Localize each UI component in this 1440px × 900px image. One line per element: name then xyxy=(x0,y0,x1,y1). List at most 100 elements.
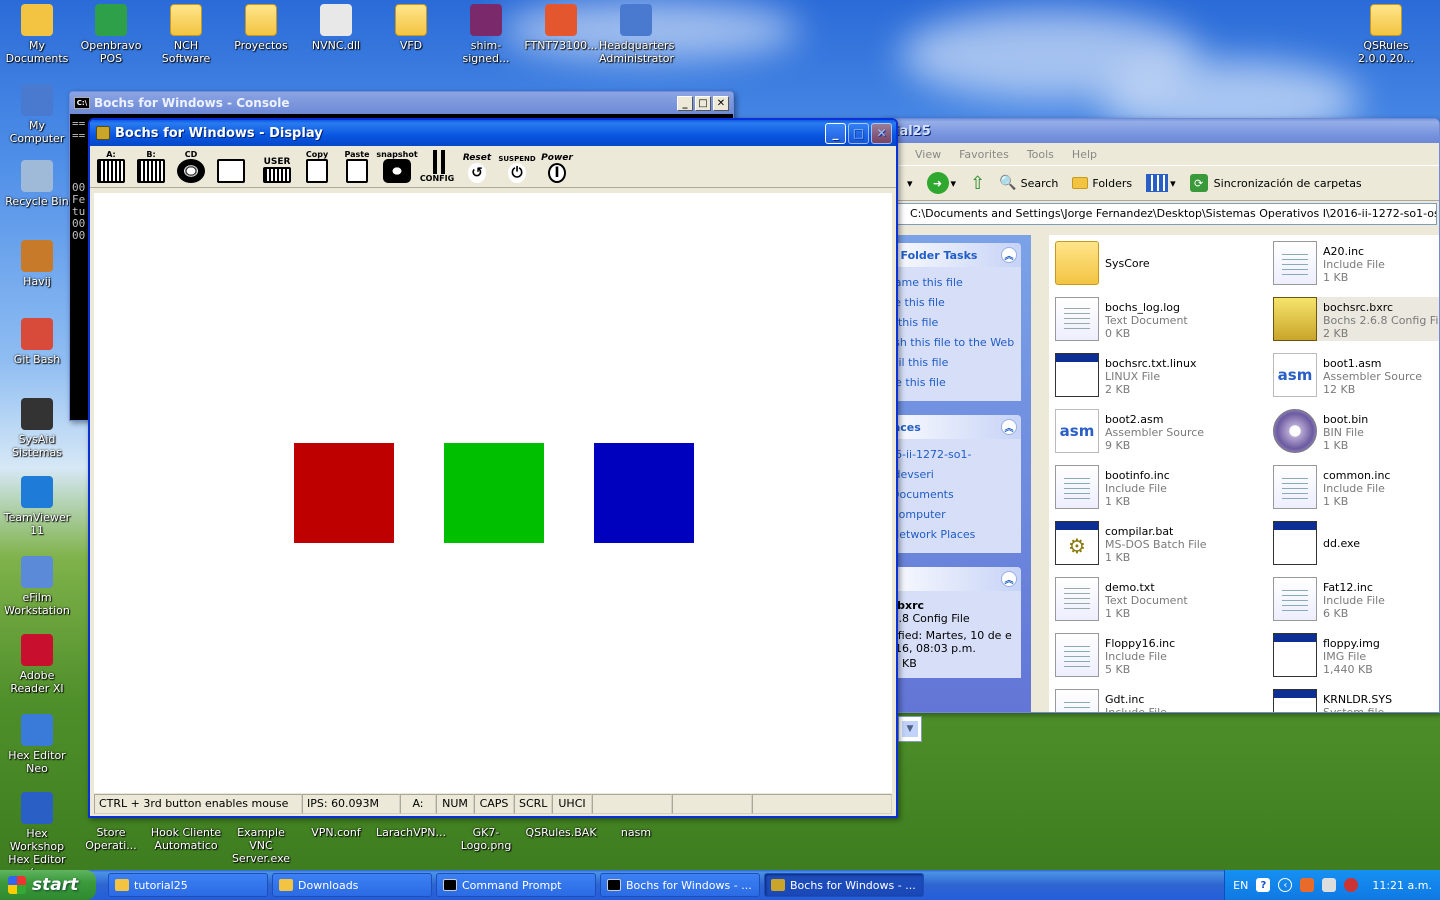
desktop-icon[interactable]: My Computer xyxy=(0,84,74,145)
tray-icon[interactable] xyxy=(1322,878,1337,892)
suspend-button[interactable]: SUSPEND ⏻ xyxy=(498,155,536,183)
task-publish[interactable]: blish this file to the Web xyxy=(881,333,1015,353)
task-copy[interactable]: py this file xyxy=(881,313,1015,333)
minimize-button[interactable]: _ xyxy=(677,95,693,111)
collapse-icon[interactable]: ︽ xyxy=(1001,571,1017,587)
desktop-icon[interactable]: SysAid Sistemas xyxy=(0,398,74,459)
desktop-icon[interactable]: Store Operati... xyxy=(74,826,148,852)
config-button[interactable]: CONFIG xyxy=(420,150,454,183)
file-item[interactable]: ⚙ compilar.bat MS-DOS Batch File 1 KB xyxy=(1055,521,1265,565)
minimize-button[interactable]: _ xyxy=(825,122,846,144)
cdrom-button[interactable]: CD xyxy=(174,150,208,183)
task-bochs-display[interactable]: Bochs for Windows - ... xyxy=(764,873,924,897)
menu-help[interactable]: Help xyxy=(1072,148,1097,161)
place-network[interactable]: y Network Places xyxy=(881,525,1015,545)
views-button[interactable]: ▾ xyxy=(1146,174,1176,192)
maximize-button[interactable]: □ xyxy=(848,122,869,144)
help-icon[interactable]: ? xyxy=(1256,878,1271,892)
desktop-icon[interactable]: My Documents xyxy=(0,4,74,65)
language-indicator[interactable]: EN xyxy=(1233,879,1248,892)
collapse-icon[interactable]: ︽ xyxy=(1001,247,1017,263)
desktop-icon[interactable]: Hex Editor Neo xyxy=(0,714,74,775)
tray-icon[interactable] xyxy=(1344,878,1359,892)
task-tutorial25[interactable]: tutorial25 xyxy=(108,873,268,897)
desktop-icon[interactable]: LarachVPN... xyxy=(374,826,448,839)
floppy-b-button[interactable]: B: xyxy=(134,150,168,183)
desktop-icon[interactable]: Hook Cliente Automatico xyxy=(149,826,223,852)
maximize-button[interactable]: □ xyxy=(695,95,711,111)
desktop-icon[interactable]: shim-signed... xyxy=(449,4,523,65)
place-my-computer[interactable]: y Computer xyxy=(881,505,1015,525)
desktop-icon[interactable]: Havij xyxy=(0,240,74,288)
expand-tray-icon[interactable]: ‹ xyxy=(1278,878,1293,892)
search-button[interactable]: 🔍 Search xyxy=(999,175,1058,191)
desktop-icon[interactable]: Proyectos xyxy=(224,4,298,52)
address-bar[interactable]: C:\Documents and Settings\Jorge Fernande… xyxy=(883,203,1437,225)
file-item[interactable]: boot.bin BIN File 1 KB xyxy=(1273,409,1439,453)
menu-tools[interactable]: Tools xyxy=(1027,148,1054,161)
task-rename[interactable]: ename this file xyxy=(881,273,1015,293)
file-item[interactable]: demo.txt Text Document 1 KB xyxy=(1055,577,1265,621)
desktop-icon[interactable]: NCH Software xyxy=(149,4,223,65)
bochs-titlebar[interactable]: Bochs for Windows - Display _ □ ✕ xyxy=(90,120,896,146)
file-item[interactable]: bochsrc.bxrc Bochs 2.6.8 Config File 2 KB xyxy=(1273,297,1439,341)
tray-icon[interactable] xyxy=(1300,878,1315,892)
file-item[interactable]: floppy.img IMG File 1,440 KB xyxy=(1273,633,1439,677)
desktop-icon[interactable]: NVNC.dll xyxy=(299,4,373,52)
file-item[interactable]: asm boot2.asm Assembler Source 9 KB xyxy=(1055,409,1265,453)
reset-button[interactable]: Reset ↺ xyxy=(460,153,494,183)
file-item[interactable]: Gdt.inc Include File xyxy=(1055,689,1265,712)
file-item[interactable]: common.inc Include File 1 KB xyxy=(1273,465,1439,509)
file-item[interactable]: KRNLDR.SYS System file xyxy=(1273,689,1439,712)
clock[interactable]: 11:21 a.m. xyxy=(1372,879,1432,892)
place-folder[interactable]: 016-ii-1272-so1-osdevseri xyxy=(881,445,1015,485)
desktop-icon[interactable]: VPN.conf xyxy=(299,826,373,839)
mouse-button[interactable] xyxy=(214,159,248,183)
paste-button[interactable]: Paste xyxy=(340,150,374,183)
task-move[interactable]: ove this file xyxy=(881,293,1015,313)
task-command-prompt[interactable]: Command Prompt xyxy=(436,873,596,897)
forward-button[interactable]: ➜ ▾ xyxy=(926,172,956,194)
floppy-a-button[interactable]: A: xyxy=(94,150,128,183)
start-button[interactable]: start xyxy=(0,870,96,900)
menu-favorites[interactable]: Favorites xyxy=(959,148,1009,161)
close-button[interactable]: ✕ xyxy=(713,95,729,111)
desktop-icon[interactable]: GK7-Logo.png xyxy=(449,826,523,852)
desktop-icon[interactable]: nasm xyxy=(599,826,673,839)
desktop-icon[interactable]: Recycle Bin xyxy=(0,160,74,208)
desktop-icon[interactable]: Headquarters Administrator xyxy=(599,4,674,65)
desktop-icon[interactable]: Example VNC Server.exe xyxy=(224,826,298,865)
desktop-icon[interactable]: VFD xyxy=(374,4,448,52)
file-item[interactable]: bochs_log.log Text Document 0 KB xyxy=(1055,297,1265,341)
task-delete[interactable]: lete this file xyxy=(881,373,1015,393)
desktop-icon[interactable]: Hex Workshop Hex Editor (... xyxy=(0,792,74,879)
sync-button[interactable]: ⟳ Sincronización de carpetas xyxy=(1189,174,1362,192)
file-item[interactable]: bootinfo.inc Include File 1 KB xyxy=(1055,465,1265,509)
desktop-icon[interactable]: QSRules.BAK xyxy=(524,826,598,839)
file-item[interactable]: Floppy16.inc Include File 5 KB xyxy=(1055,633,1265,677)
file-item[interactable]: SysCore xyxy=(1055,241,1265,285)
task-downloads[interactable]: Downloads xyxy=(272,873,432,897)
copy-button[interactable]: Copy xyxy=(300,150,334,183)
menu-view[interactable]: View xyxy=(915,148,941,161)
power-button[interactable]: Power I xyxy=(540,153,574,183)
close-button[interactable]: ✕ xyxy=(871,122,892,144)
desktop-icon[interactable]: Openbravo POS xyxy=(74,4,148,65)
desktop-icon[interactable]: QSRules 2.0.0.20... xyxy=(1349,4,1423,65)
desktop-icon[interactable]: eFilm Workstation xyxy=(0,556,74,617)
snapshot-button[interactable]: snapshot xyxy=(376,150,418,183)
task-bochs-console[interactable]: Bochs for Windows - ... xyxy=(600,873,760,897)
task-email[interactable]: mail this file xyxy=(881,353,1015,373)
collapse-icon[interactable]: ︽ xyxy=(1001,419,1017,435)
back-dropdown-icon[interactable]: ▾ xyxy=(907,177,913,190)
explorer-titlebar[interactable]: ial25 xyxy=(881,119,1439,143)
dropdown-arrow[interactable]: ▼ xyxy=(898,716,922,742)
emulator-screen[interactable] xyxy=(94,193,892,793)
place-my-documents[interactable]: y Documents xyxy=(881,485,1015,505)
file-item[interactable]: bochsrc.txt.linux LINUX File 2 KB xyxy=(1055,353,1265,397)
desktop-icon[interactable]: TeamViewer 11 xyxy=(0,476,74,537)
desktop-icon[interactable]: Git Bash xyxy=(0,318,74,366)
desktop-icon[interactable]: FTNT73100... xyxy=(524,4,598,52)
console-titlebar[interactable]: C:\ Bochs for Windows - Console _ □ ✕ xyxy=(70,92,733,114)
file-item[interactable]: asm boot1.asm Assembler Source 12 KB xyxy=(1273,353,1439,397)
